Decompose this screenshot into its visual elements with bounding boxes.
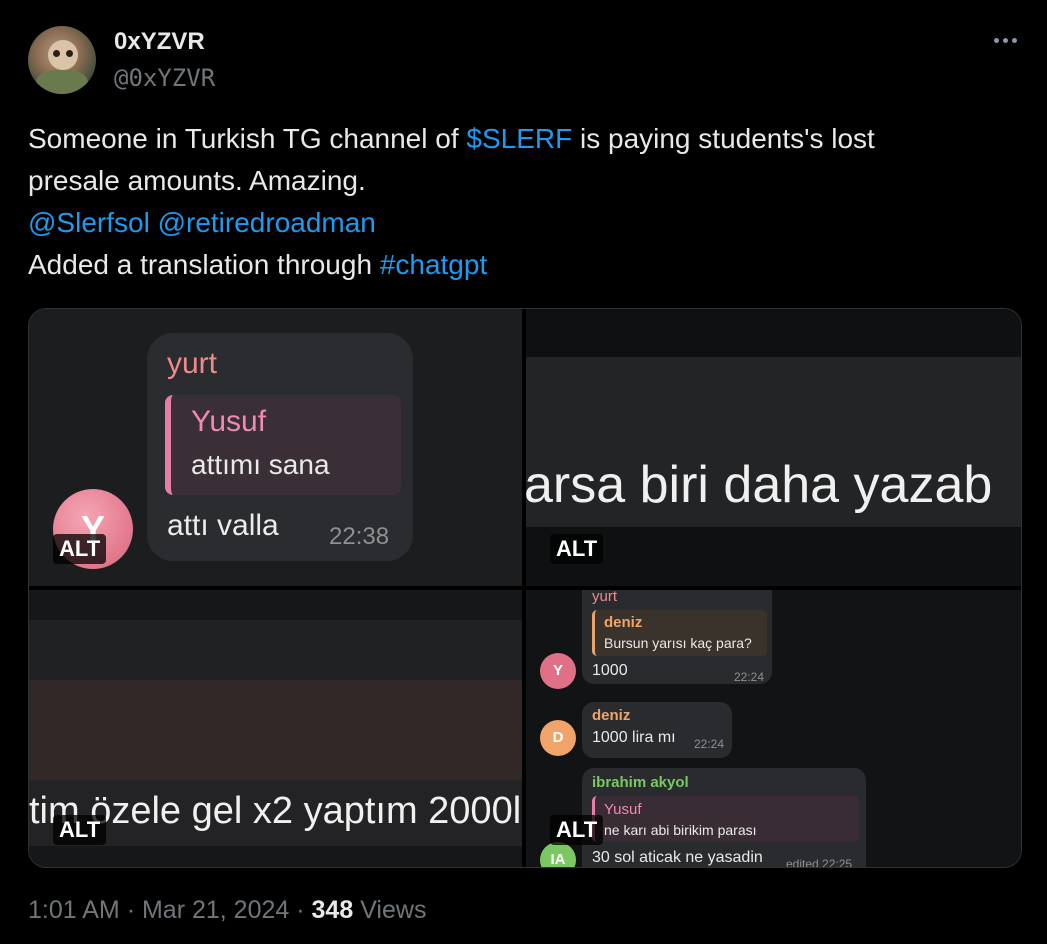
quote-name: deniz <box>604 614 643 631</box>
media-grid: yurt Yusuf attımı sana attı valla 22:38 … <box>28 308 1022 868</box>
display-name[interactable]: 0xYZVR <box>114 28 205 56</box>
message-text: 1000 lira mı <box>592 729 676 746</box>
tweet-header: 0xYZVR @0xYZVR <box>28 26 1019 96</box>
media-image-3[interactable]: tim özele gel x2 yaptım 2000lira ALT <box>29 590 522 867</box>
separator: · <box>296 896 305 924</box>
cashtag-link[interactable]: $SLERF <box>466 123 572 154</box>
reply-quote: Yusuf attımı sana <box>165 395 401 495</box>
post-time[interactable]: 1:01 AM <box>28 896 120 924</box>
message-time: 22:24 <box>694 737 725 751</box>
text-band <box>29 620 522 680</box>
chat-bubble: yurt Yusuf attımı sana attı valla 22:38 <box>147 333 413 561</box>
user-handle[interactable]: @0xYZVR <box>114 64 215 92</box>
quote-text: attımı sana <box>191 449 330 480</box>
media-image-2[interactable]: arsa biri daha yazab ALT <box>526 309 1021 586</box>
post-date[interactable]: Mar 21, 2024 <box>142 896 289 924</box>
chat-avatar: Y <box>540 653 576 689</box>
chat-avatar: IA <box>540 842 576 867</box>
alt-badge[interactable]: ALT <box>550 534 604 564</box>
quote-text: Bursun yarısı kaç para? <box>604 635 752 651</box>
quote-name: Yusuf <box>191 405 267 438</box>
more-options-icon[interactable] <box>994 38 1017 43</box>
message-text: 30 sol aticak ne yasadin <box>592 849 763 866</box>
message-time: 22:38 <box>329 523 390 550</box>
views-count: 348 <box>311 896 354 924</box>
hashtag-link[interactable]: #chatgpt <box>380 249 487 280</box>
sender-name: yurt <box>167 347 218 380</box>
tweet-text-segment: Added a translation through <box>28 249 380 280</box>
text-band <box>29 680 522 780</box>
quote-name: Yusuf <box>604 801 642 818</box>
sender-name: ibrahim akyol <box>592 774 689 791</box>
alt-badge[interactable]: ALT <box>550 815 604 845</box>
tweet-text-segment: is paying students's lost <box>572 123 875 154</box>
separator: · <box>126 896 136 924</box>
message-time: edited 22:25 <box>786 857 853 867</box>
alt-badge[interactable]: ALT <box>53 534 107 564</box>
tweet-text: Someone in Turkish TG channel of $SLERF … <box>28 118 1018 286</box>
tweet-line-2: presale amounts. Amazing. <box>28 165 366 196</box>
message-time: 22:24 <box>734 670 765 684</box>
tweet-text-segment: Someone in Turkish TG channel of <box>28 123 467 154</box>
sender-name: yurt <box>592 590 618 605</box>
mention-link-retiredroadman[interactable]: @retiredroadman <box>158 207 376 238</box>
message-text: attı valla <box>167 509 279 542</box>
cropped-text: arsa biri daha yazab <box>526 456 993 514</box>
media-image-4[interactable]: yurt deniz Bursun yarısı kaç para? 1000 … <box>526 590 1021 867</box>
chat-avatar: D <box>540 720 576 756</box>
tweet-line-4: Added a translation through #chatgpt <box>28 244 1018 286</box>
mention-link-slerfsol[interactable]: @Slerfsol <box>28 207 150 238</box>
tweet-line-1: Someone in Turkish TG channel of $SLERF … <box>28 118 1018 160</box>
media-image-1[interactable]: yurt Yusuf attımı sana attı valla 22:38 … <box>29 309 522 586</box>
views-label: Views <box>360 896 427 924</box>
quote-text: ne karı abi birikim parası <box>604 822 757 838</box>
sender-name: deniz <box>592 707 631 724</box>
tweet-line-3: @Slerfsol @retiredroadman <box>28 202 1018 244</box>
alt-badge[interactable]: ALT <box>53 815 107 845</box>
tweet-footer: 1:01 AM · Mar 21, 2024 · 348 Views <box>28 896 426 925</box>
message-text: 1000 <box>592 662 628 679</box>
user-avatar[interactable] <box>28 26 96 94</box>
